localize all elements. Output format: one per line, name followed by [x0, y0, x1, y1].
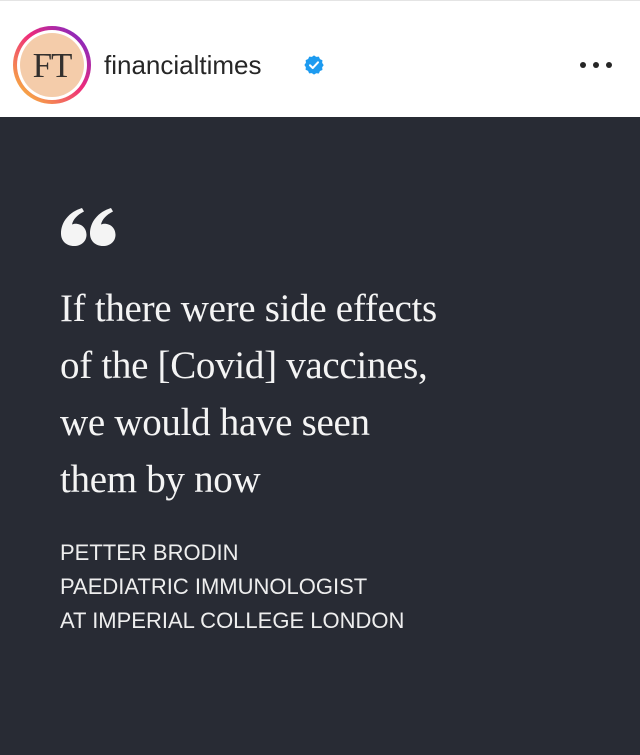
ellipsis-icon [580, 62, 586, 68]
profile-avatar[interactable]: FT [13, 26, 91, 104]
verified-badge-icon [304, 55, 324, 75]
quote-line: If there were side effects [60, 287, 437, 330]
post-header: FT financialtimes [0, 1, 640, 117]
avatar-ring-gap: FT [17, 30, 87, 100]
attribution-name: PETTER BRODIN [60, 540, 239, 565]
quote-card-image[interactable]: If there were side effects of the [Covid… [0, 117, 640, 755]
more-options-button[interactable] [578, 53, 614, 77]
quote-attribution: PETTER BRODIN PAEDIATRIC IMMUNOLOGIST AT… [60, 536, 600, 638]
quote-text: If there were side effects of the [Covid… [60, 280, 580, 508]
instagram-post: FT financialtimes If there were side eff… [0, 0, 640, 755]
ellipsis-icon [593, 62, 599, 68]
quote-line: we would have seen [60, 401, 370, 444]
avatar-image: FT [20, 33, 84, 97]
ellipsis-icon [606, 62, 612, 68]
username-link[interactable]: financialtimes [104, 50, 262, 80]
attribution-affiliation: AT IMPERIAL COLLEGE LONDON [60, 608, 405, 633]
attribution-role: PAEDIATRIC IMMUNOLOGIST [60, 574, 368, 599]
quotation-mark-icon [61, 208, 116, 246]
ft-logo: FT [32, 46, 73, 85]
quote-line: them by now [60, 458, 261, 501]
quote-line: of the [Covid] vaccines, [60, 344, 428, 387]
